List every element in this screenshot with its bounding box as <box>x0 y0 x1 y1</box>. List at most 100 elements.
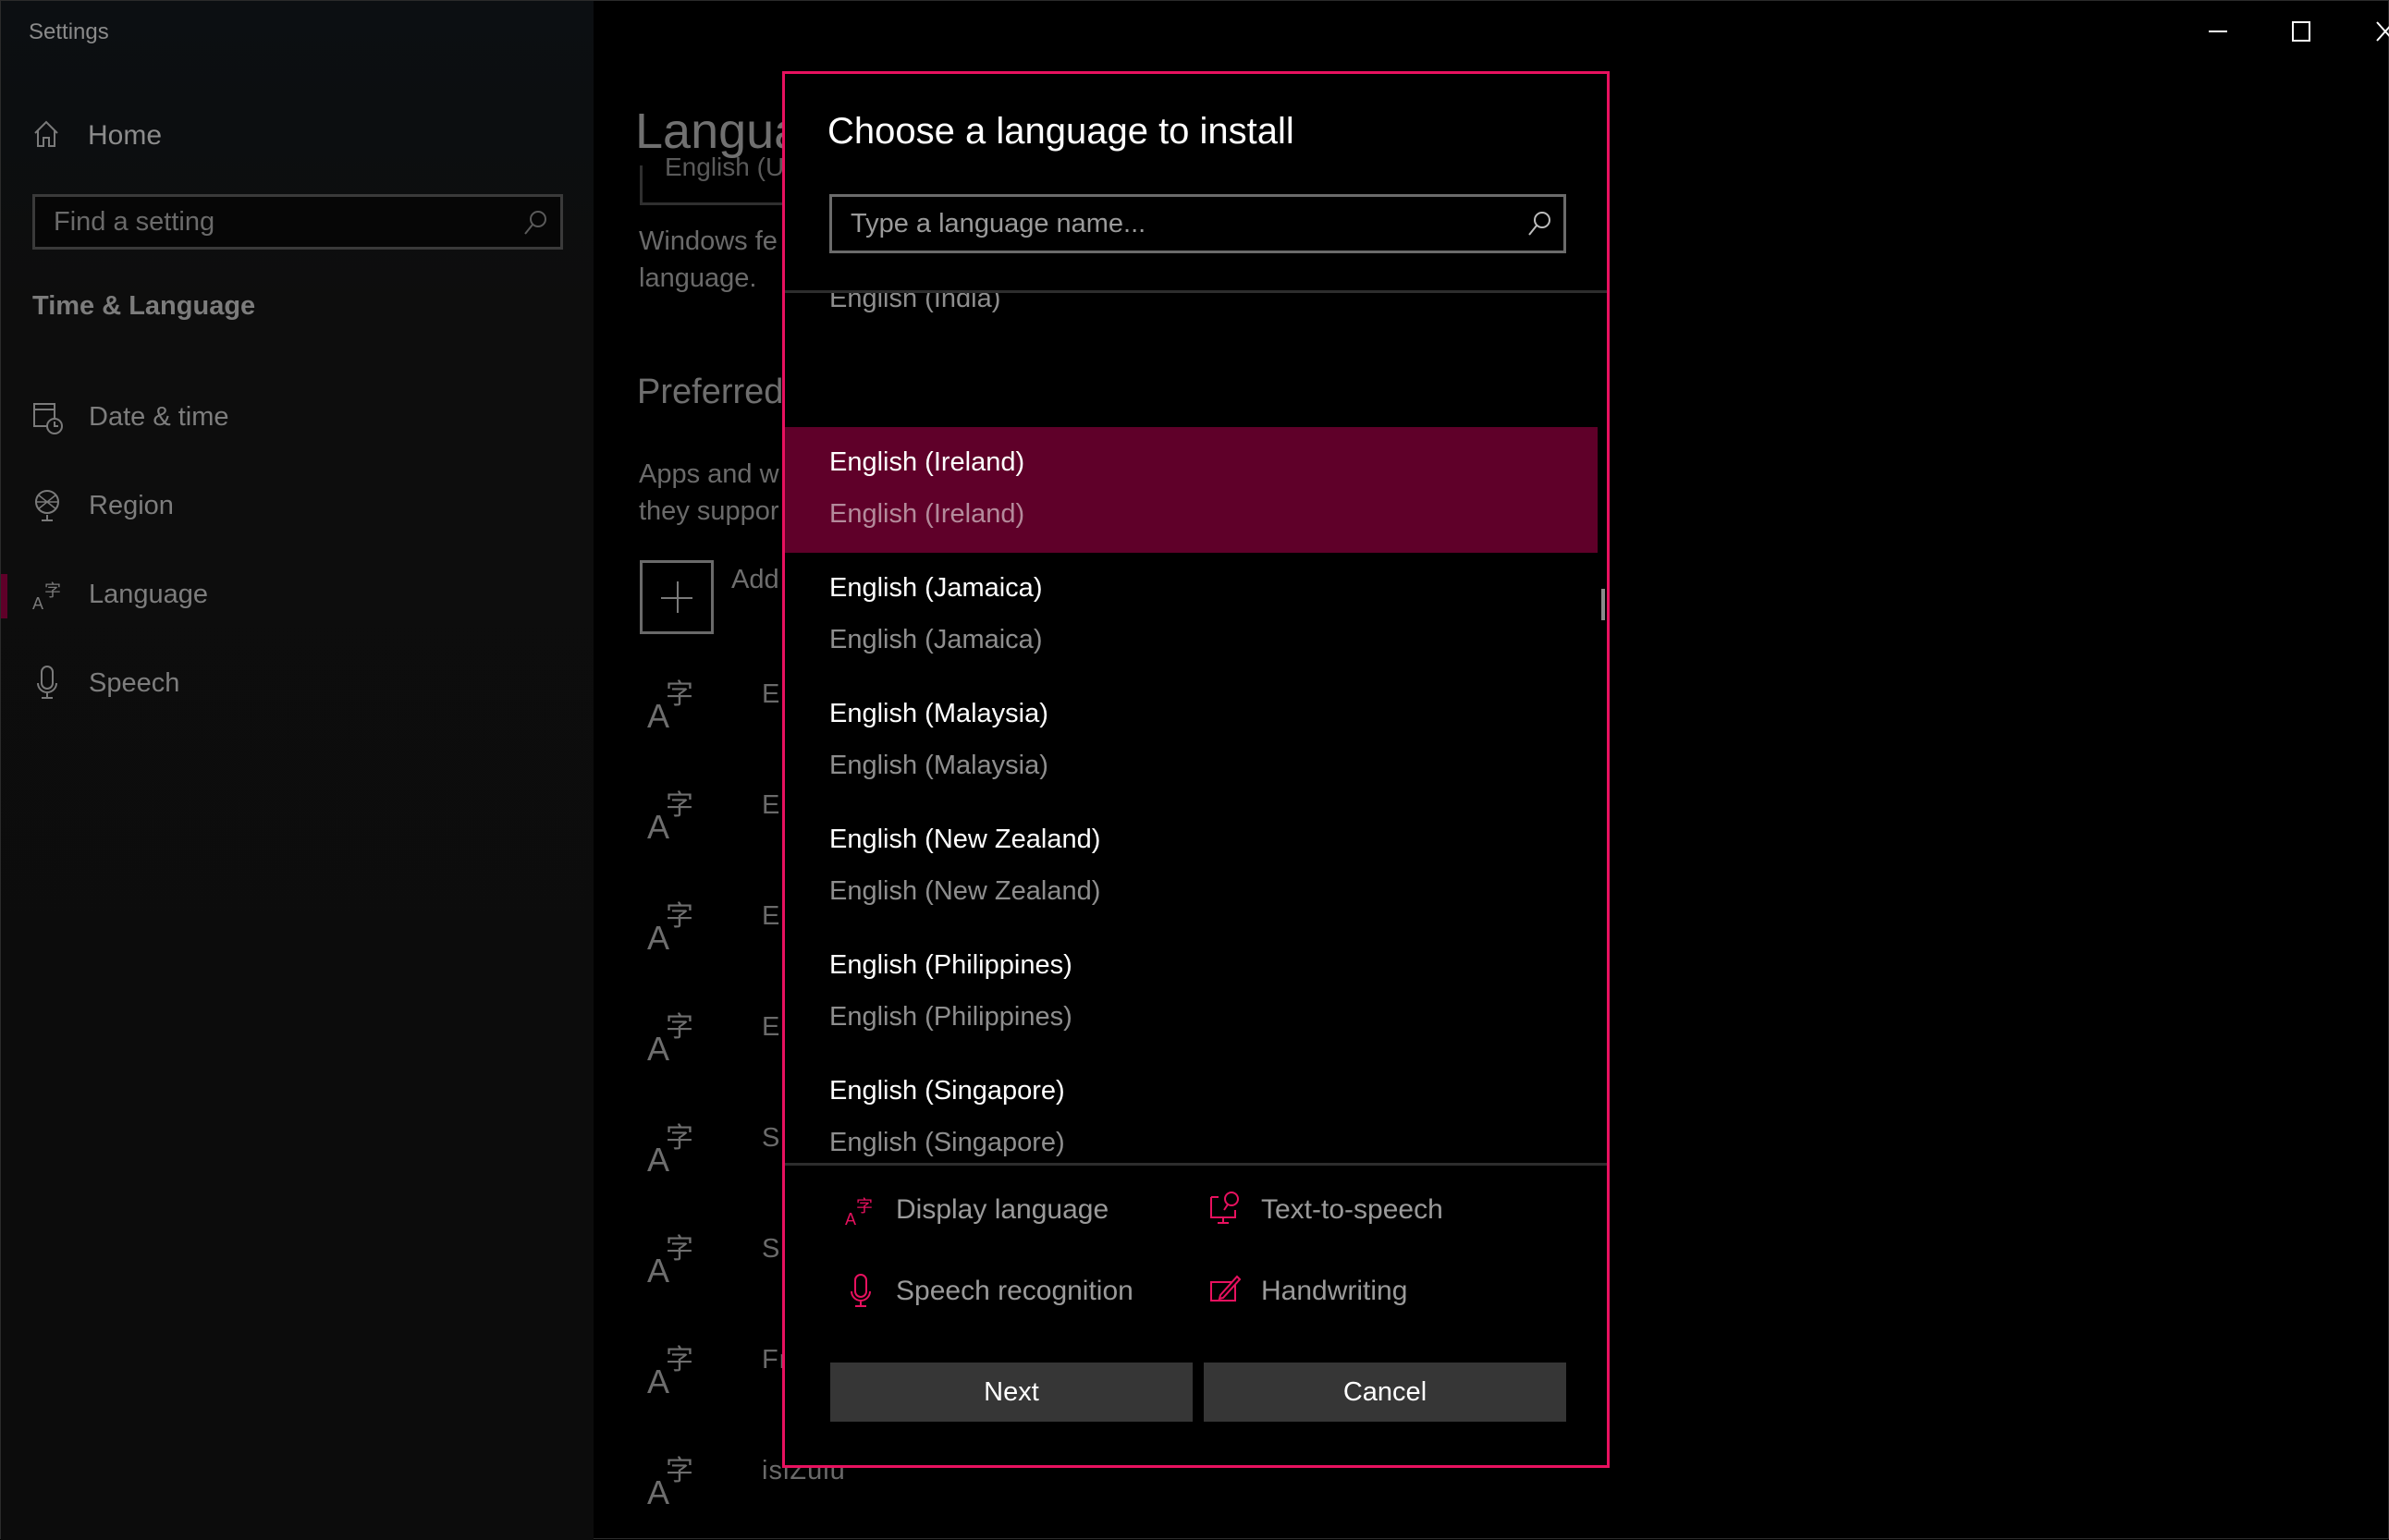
language-search-input[interactable] <box>832 197 1563 251</box>
svg-text:字: 字 <box>666 789 693 822</box>
handwriting-icon <box>1207 1271 1244 1312</box>
settings-window: Settings Home Time & Language Date & tim… <box>0 0 2389 1540</box>
display-language-description: Windows fe language. <box>639 223 778 297</box>
language-list-item[interactable]: English (Singapore) English (Singapore) <box>785 1056 1598 1164</box>
language-icon: A字 <box>647 900 693 953</box>
svg-text:字: 字 <box>666 1233 693 1265</box>
language-list-item[interactable]: English (Philippines) English (Philippine… <box>785 930 1598 1056</box>
globe-icon <box>32 487 64 524</box>
language-list-item[interactable]: English (Jamaica) English (Jamaica) <box>785 553 1598 678</box>
description-line: Apps and w <box>639 459 779 489</box>
text-to-speech-icon <box>1207 1190 1244 1230</box>
language-native-name: English (Malaysia) <box>829 751 1048 780</box>
sidebar-item-home[interactable]: Home <box>32 117 162 154</box>
sidebar-item-label: Home <box>88 120 163 151</box>
svg-text:字: 字 <box>666 678 693 711</box>
scrollbar-thumb[interactable] <box>1601 589 1605 620</box>
sidebar-item-speech[interactable]: Speech <box>1 655 594 711</box>
add-language-label[interactable]: Add <box>731 565 779 595</box>
find-setting-search[interactable] <box>32 194 563 250</box>
preferred-languages-title: Preferred <box>637 373 784 411</box>
language-list-item[interactable]: English (Ireland) English (Ireland) <box>785 427 1598 553</box>
search-icon[interactable] <box>523 210 547 240</box>
list-bottom-divider <box>785 1163 1607 1166</box>
svg-text:字: 字 <box>666 1011 693 1044</box>
feature-label: Display language <box>896 1194 1109 1225</box>
preferred-languages-description: Apps and w they suppor <box>639 456 779 530</box>
language-icon: A字 <box>647 1344 693 1397</box>
language-name: English (Malaysia) <box>829 699 1048 728</box>
calendar-clock-icon <box>32 398 64 435</box>
svg-text:字: 字 <box>666 1455 693 1487</box>
sidebar-item-label: Region <box>89 490 174 520</box>
svg-text:A: A <box>845 1210 856 1228</box>
language-native-name: English (Ireland) <box>829 499 1025 529</box>
microphone-icon <box>32 665 64 702</box>
sidebar-item-date-time[interactable]: Date & time <box>1 389 594 445</box>
language-name: English (Jamaica) <box>829 573 1043 603</box>
language-name: English (Singapore) <box>829 1076 1065 1106</box>
sidebar-item-label: Language <box>89 579 209 609</box>
choose-language-dialog: Choose a language to install English (In… <box>782 71 1610 1468</box>
language-list-item[interactable]: English (India) <box>785 293 1598 348</box>
display-language-icon: A字 <box>842 1190 879 1230</box>
language-native-name: English (Philippines) <box>829 1002 1072 1032</box>
home-icon <box>32 119 60 153</box>
close-button[interactable] <box>2344 8 2389 55</box>
language-list-item[interactable]: English (Malaysia) English (Malaysia) <box>785 678 1598 804</box>
sidebar-item-language[interactable]: A字 Language <box>1 567 594 622</box>
feature-display-language: A字 Display language <box>842 1187 1109 1233</box>
svg-text:字: 字 <box>856 1197 873 1216</box>
feature-text-to-speech: Text-to-speech <box>1207 1187 1443 1233</box>
language-list-item[interactable]: English (New Zealand) English (New Zealan… <box>785 804 1598 930</box>
minimize-button[interactable] <box>2176 8 2260 55</box>
maximize-icon <box>2292 21 2310 42</box>
feature-label: Handwriting <box>1261 1276 1408 1306</box>
next-button[interactable]: Next <box>830 1363 1193 1422</box>
description-line: Windows fe <box>639 226 778 256</box>
search-icon[interactable] <box>1526 210 1552 242</box>
language-name: English (New Zealand) <box>829 825 1101 854</box>
language-native-name: English (New Zealand) <box>829 876 1101 906</box>
sidebar-item-label: Speech <box>89 667 180 698</box>
svg-text:A: A <box>32 594 43 613</box>
language-name: English (Philippines) <box>829 950 1072 980</box>
cancel-button[interactable]: Cancel <box>1204 1363 1566 1422</box>
add-language-button[interactable] <box>640 560 714 634</box>
language-native-name: English (Singapore) <box>829 1128 1065 1157</box>
language-native-name: English (India) <box>829 293 1001 313</box>
dialog-title: Choose a language to install <box>827 111 1294 152</box>
app-title: Settings <box>29 19 109 44</box>
language-icon: A字 <box>647 789 693 842</box>
maximize-button[interactable] <box>2260 8 2343 55</box>
language-icon: A字 <box>647 1455 693 1508</box>
list-scrollbar[interactable] <box>1598 293 1607 1164</box>
svg-text:字: 字 <box>666 1344 693 1376</box>
dropdown-value: English (U <box>665 153 785 181</box>
sidebar-item-label: Date & time <box>89 401 229 432</box>
language-icon: A字 <box>32 576 64 613</box>
sidebar: Settings Home Time & Language Date & tim… <box>1 1 594 1540</box>
group-title: Time & Language <box>32 291 256 321</box>
language-native-name: English (Jamaica) <box>829 625 1043 654</box>
feature-speech-recognition: Speech recognition <box>842 1268 1133 1314</box>
svg-text:字: 字 <box>44 581 61 601</box>
close-icon <box>2376 21 2389 42</box>
feature-handwriting: Handwriting <box>1207 1268 1407 1314</box>
language-search-box[interactable] <box>829 194 1566 253</box>
microphone-icon <box>842 1271 879 1312</box>
svg-text:字: 字 <box>666 900 693 933</box>
description-line: language. <box>639 263 757 293</box>
language-icon: A字 <box>647 1122 693 1175</box>
sidebar-item-region[interactable]: Region <box>1 478 594 533</box>
feature-label: Text-to-speech <box>1261 1194 1443 1225</box>
language-icon: A字 <box>647 1233 693 1286</box>
minimize-icon <box>2209 31 2227 32</box>
language-list[interactable]: English (India) English (Ireland) English … <box>785 293 1607 1164</box>
feature-label: Speech recognition <box>896 1276 1133 1306</box>
find-setting-input[interactable] <box>35 197 560 247</box>
active-indicator <box>1 574 7 618</box>
language-icon: A字 <box>647 678 693 731</box>
svg-text:字: 字 <box>666 1122 693 1155</box>
language-name: English (Ireland) <box>829 447 1025 477</box>
